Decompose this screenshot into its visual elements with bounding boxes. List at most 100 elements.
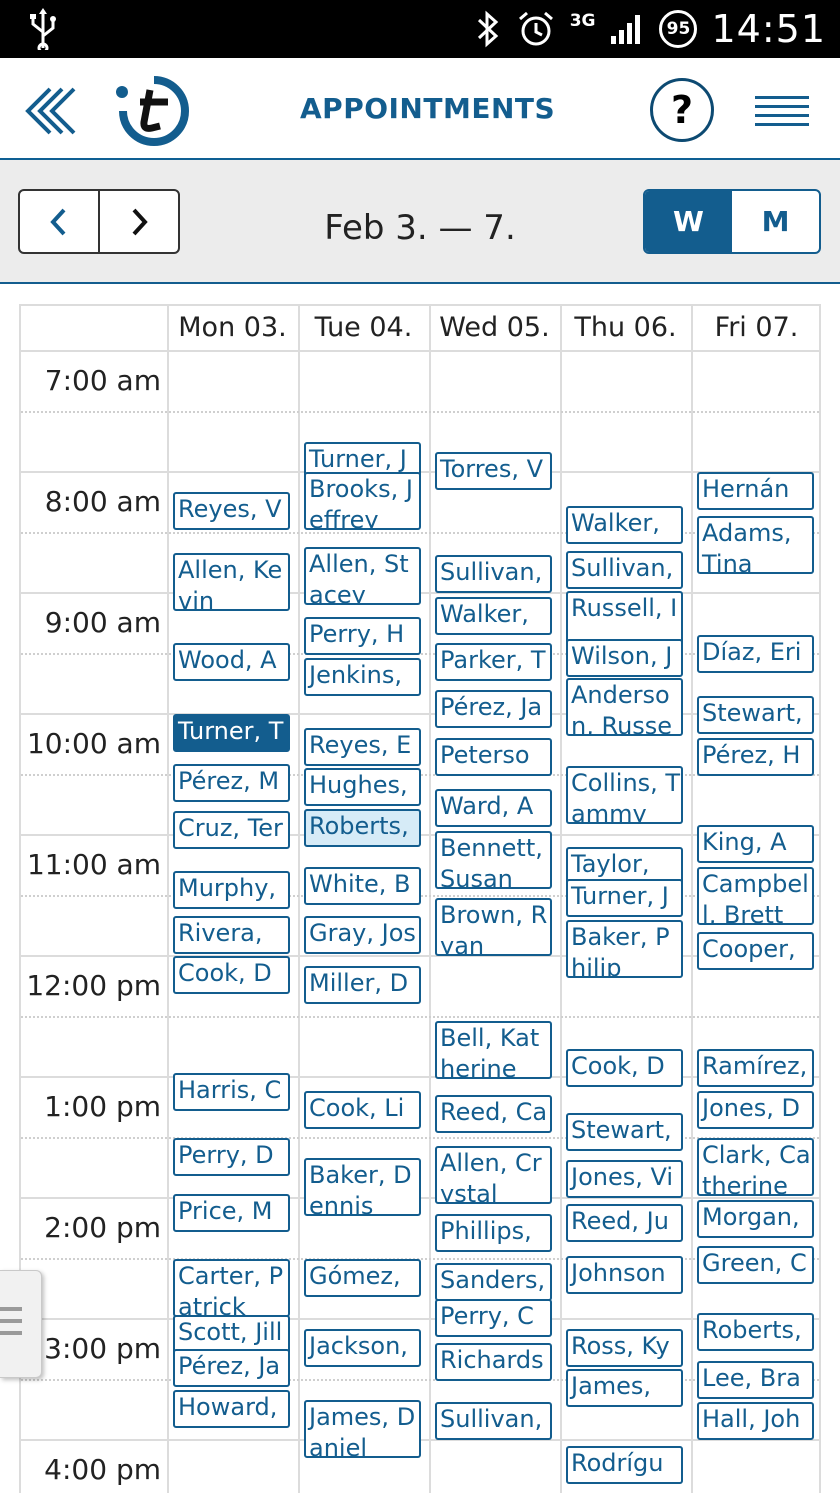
appointment[interactable]: Perry, C	[435, 1299, 552, 1337]
appointment[interactable]: Richards	[435, 1343, 552, 1381]
appointment[interactable]: Sanders,	[435, 1263, 552, 1301]
appointment[interactable]: Cook, D	[566, 1049, 683, 1087]
hour-label: 11:00 am	[26, 848, 161, 881]
appointment[interactable]: Ward, A	[435, 789, 552, 827]
appointment[interactable]: Turner, T	[173, 714, 290, 752]
month-view-button[interactable]: M	[732, 191, 819, 252]
appointment[interactable]: Sullivan,	[435, 555, 552, 593]
appointment[interactable]: Reed, Ju	[566, 1204, 683, 1242]
appointment[interactable]: Perry, H	[304, 617, 421, 655]
help-button[interactable]: ?	[650, 78, 714, 142]
appointment[interactable]: Clark, Catherine	[697, 1138, 814, 1196]
appointment[interactable]: Walker,	[566, 506, 683, 544]
appointment[interactable]: Collins, Tammy	[566, 766, 683, 824]
appointment[interactable]: Adams, Tina	[697, 516, 814, 574]
appointment[interactable]: Brown, Ryan	[435, 898, 552, 956]
appointment[interactable]: Allen, Stacey	[304, 547, 421, 605]
appointment[interactable]: Parker, T	[435, 643, 552, 681]
appointment[interactable]: Stewart,	[697, 696, 814, 734]
appointment[interactable]: Bennett, Susan	[435, 831, 552, 889]
appointment[interactable]: Hughes,	[304, 768, 421, 806]
appointment[interactable]: James,	[566, 1369, 683, 1407]
previous-week-button[interactable]	[20, 191, 98, 252]
appointment[interactable]: Allen, Crystal	[435, 1146, 552, 1204]
appointment[interactable]: Miller, D	[304, 966, 421, 1004]
appointment[interactable]: Campbell, Brett	[697, 867, 814, 925]
appointment[interactable]: Allen, Kevin	[173, 553, 290, 611]
double-chevron-left-icon[interactable]	[24, 86, 78, 136]
appointment[interactable]: Pérez, M	[173, 764, 290, 802]
appointment[interactable]: Baker, Dennis	[304, 1158, 421, 1216]
appointment[interactable]: James, Daniel	[304, 1400, 421, 1458]
appointment[interactable]: Gray, Jos	[304, 916, 421, 954]
drawer-handle[interactable]	[0, 1270, 42, 1378]
appointment[interactable]: White, B	[304, 867, 421, 905]
appointment[interactable]: Turner, J	[566, 879, 683, 917]
appointment[interactable]: Green, C	[697, 1246, 814, 1284]
appointment[interactable]: Lee, Bra	[697, 1361, 814, 1399]
appointment[interactable]: Bell, Katherine	[435, 1021, 552, 1079]
appointment[interactable]: Pérez, Ja	[173, 1349, 290, 1387]
appointment[interactable]: Howard,	[173, 1390, 290, 1428]
appointment[interactable]: Reyes, E	[304, 728, 421, 766]
battery-indicator: 95	[659, 10, 698, 48]
appointment[interactable]: Jones, D	[697, 1091, 814, 1129]
appointment[interactable]: Sullivan,	[435, 1402, 552, 1440]
appointment[interactable]: Price, M	[173, 1194, 290, 1232]
appointment[interactable]: Baker, Philip	[566, 920, 683, 978]
hamburger-menu-icon[interactable]	[755, 96, 809, 128]
appointment[interactable]: Wilson, J	[566, 639, 683, 677]
appointment[interactable]: King, A	[697, 825, 814, 863]
appointment[interactable]: Díaz, Eri	[697, 635, 814, 673]
view-toggle: W M	[643, 189, 821, 254]
appointment[interactable]: Rivera, N	[173, 916, 290, 954]
appointment[interactable]: Ramírez,	[697, 1049, 814, 1087]
appointment[interactable]: Pérez, H	[697, 738, 814, 776]
appointment[interactable]: Cook, Li	[304, 1091, 421, 1129]
hour-label: 9:00 am	[44, 606, 161, 639]
appointment[interactable]: Carter, Patrick	[173, 1259, 290, 1317]
day-header[interactable]: Mon 03.	[167, 306, 298, 350]
appointment[interactable]: Peterso	[435, 738, 552, 776]
appointment[interactable]: Roberts,	[304, 809, 421, 847]
appointment[interactable]: Roberts,	[697, 1313, 814, 1351]
appointment[interactable]: Johnson	[566, 1256, 683, 1294]
appointment[interactable]: Hernán	[697, 472, 814, 510]
week-calendar: Mon 03. Tue 04. Wed 05. Thu 06. Fri 07. 7:00 …	[19, 304, 821, 1493]
appointment[interactable]: Sullivan,	[566, 551, 683, 589]
half-hour-line	[21, 411, 819, 413]
appointment[interactable]: Gómez,	[304, 1259, 421, 1297]
appointment[interactable]: Pérez, Ja	[435, 690, 552, 728]
appointment[interactable]: Walker,	[435, 597, 552, 635]
appointment[interactable]: Jackson,	[304, 1329, 421, 1367]
appointment[interactable]: Cooper,	[697, 932, 814, 970]
appointment[interactable]: Anderson, Russe	[566, 678, 683, 736]
week-view-button[interactable]: W	[645, 191, 732, 252]
appointment[interactable]: Reed, Ca	[435, 1095, 552, 1133]
hour-label: 3:00 pm	[44, 1332, 161, 1365]
day-header[interactable]: Thu 06.	[560, 306, 691, 350]
appointment[interactable]: Jones, Vi	[566, 1160, 683, 1198]
appointment[interactable]: Cruz, Ter	[173, 811, 290, 849]
appointment[interactable]: Murphy,	[173, 871, 290, 909]
app-logo	[116, 76, 189, 146]
appointment[interactable]: Cook, D	[173, 956, 290, 994]
day-header[interactable]: Wed 05.	[429, 306, 560, 350]
appointment[interactable]: Reyes, V	[173, 492, 290, 530]
appointment[interactable]: Jenkins,	[304, 658, 421, 696]
appointment[interactable]: Rodrígu	[566, 1446, 683, 1484]
appointment[interactable]: Perry, D	[173, 1138, 290, 1176]
appointment[interactable]: Ross, Ky	[566, 1329, 683, 1367]
appointment[interactable]: Stewart,	[566, 1113, 683, 1151]
day-header[interactable]: Fri 07.	[691, 306, 819, 350]
appointment[interactable]: Torres, V	[435, 452, 552, 490]
appointment[interactable]: Morgan,	[697, 1200, 814, 1238]
appointment[interactable]: Brooks, Jeffrey	[304, 472, 421, 530]
appointment[interactable]: Hall, Joh	[697, 1402, 814, 1440]
day-header[interactable]: Tue 04.	[298, 306, 429, 350]
alarm-icon	[518, 11, 553, 46]
appointment[interactable]: Phillips,	[435, 1214, 552, 1252]
next-week-button[interactable]	[98, 191, 178, 252]
appointment[interactable]: Harris, C	[173, 1073, 290, 1111]
appointment[interactable]: Wood, A	[173, 643, 290, 681]
